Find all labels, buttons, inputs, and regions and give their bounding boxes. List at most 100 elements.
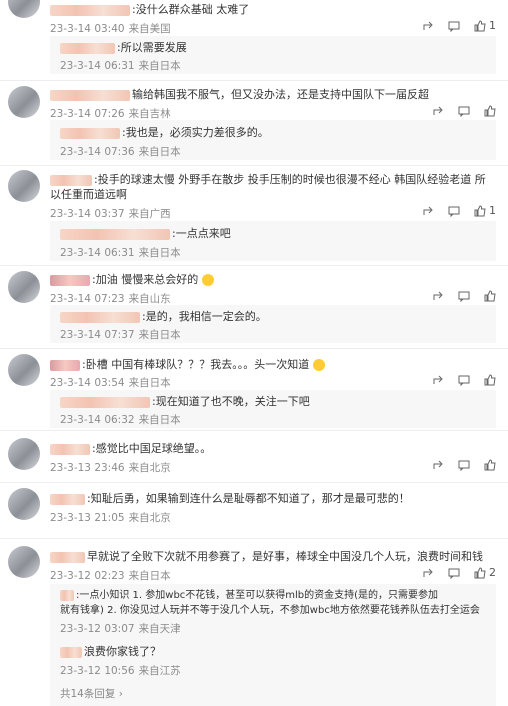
share-icon[interactable]	[432, 104, 444, 117]
location: 来自山东	[128, 293, 171, 305]
reply-icon[interactable]	[448, 19, 460, 32]
username[interactable]	[50, 359, 80, 371]
comment-text: :投手的球速太慢 外野手在散步 投手压制的时候也很漫不经心 韩国队经验老道 所	[94, 173, 486, 186]
timestamp: 23-3-14 03:37	[50, 208, 125, 220]
username[interactable]	[60, 228, 170, 240]
username[interactable]	[50, 493, 85, 505]
comment-text: 早就说了全败下次就不用参赛了，是好事，棒球全中国没几个人玩，浪费时间和钱	[87, 550, 483, 563]
reply-icon[interactable]	[448, 204, 460, 217]
comment-text: :卧槽 中国有棒球队？？？我去。。。头一次知道	[82, 358, 310, 371]
timestamp: 23-3-14 07:23	[50, 293, 125, 305]
comment-text: :感觉比中国足球绝望。。	[92, 442, 212, 455]
location: 来自日本	[138, 329, 181, 341]
comment-actions	[418, 288, 496, 302]
reply: :是的，我相信一定会的。 23-3-14 07:37 来自日本	[50, 305, 496, 343]
share-icon[interactable]	[422, 566, 434, 579]
reply-icon[interactable]	[448, 566, 460, 579]
comment-text-cont: 以任重而道远啊	[50, 188, 127, 201]
reply: :所以需要发展 23-3-14 06:31 来自日本	[50, 36, 496, 74]
reply-text-cont: 就有钱拿) 2. 你没见过人玩并不等于没几个人玩，不参加wbc地方依然要花钱养队…	[60, 605, 480, 616]
comment: :没什么群众基础 太难了 23-3-14 03:40 来自美国 1 :所以需要发展…	[0, 0, 508, 80]
like-icon[interactable]: 1	[474, 18, 496, 32]
username[interactable]	[50, 89, 130, 101]
comment-actions	[418, 372, 496, 386]
like-count: 1	[489, 203, 496, 217]
like-icon[interactable]: 1	[474, 203, 496, 217]
username[interactable]	[60, 589, 74, 601]
location: 来自日本	[128, 377, 171, 389]
username[interactable]	[50, 4, 130, 16]
reply-text: :我也是，必须实力差很多的。	[122, 126, 269, 139]
like-icon[interactable]	[484, 289, 496, 302]
location: 来自吉林	[128, 108, 171, 120]
location: 来自日本	[138, 60, 181, 72]
like-icon[interactable]	[484, 458, 496, 471]
username[interactable]	[60, 311, 140, 323]
share-icon[interactable]	[422, 19, 434, 32]
reply: :现在知道了也不晚，关注一下吧 23-3-14 06:32 来自日本	[50, 390, 496, 428]
timestamp: 23-3-14 06:32	[60, 414, 135, 426]
timestamp: 23-3-14 03:40	[50, 23, 125, 35]
like-icon[interactable]	[484, 104, 496, 117]
reply-icon[interactable]	[458, 104, 470, 117]
timestamp: 23-3-13 21:05	[50, 512, 125, 524]
reply-text: :一点小知识 1. 参加wbc不花钱，甚至可以获得mlb的资金支持(是的，只需要…	[76, 590, 439, 601]
comment-actions	[418, 457, 496, 471]
reply-text: :现在知道了也不晚，关注一下吧	[152, 395, 310, 408]
comment-actions	[418, 103, 496, 117]
avatar[interactable]	[8, 354, 40, 386]
username[interactable]	[50, 174, 92, 186]
username[interactable]	[60, 42, 115, 54]
timestamp: 23-3-14 07:37	[60, 329, 135, 341]
comment: 输给韩国我不服气，但又没办法，还是支持中国队下一届反超 23-3-14 07:2…	[0, 80, 508, 165]
location: 来自江苏	[138, 665, 181, 677]
share-icon[interactable]	[432, 289, 444, 302]
chevron-right-icon: ›	[118, 688, 123, 700]
username[interactable]	[50, 551, 85, 563]
more-replies-link[interactable]: 共14条回复 ›	[60, 686, 123, 701]
share-icon[interactable]	[432, 373, 444, 386]
reply-text: :是的，我相信一定会的。	[142, 310, 267, 323]
comment-actions: 1	[408, 18, 496, 32]
timestamp: 23-3-12 03:07	[60, 623, 135, 635]
reply-icon[interactable]	[458, 373, 470, 386]
comment: 早就说了全败下次就不用参赛了，是好事，棒球全中国没几个人玩，浪费时间和钱 23-…	[0, 540, 508, 706]
location: 来自天津	[138, 623, 181, 635]
share-icon[interactable]	[422, 204, 434, 217]
laugh-emoji-icon	[312, 359, 325, 371]
avatar[interactable]	[8, 488, 40, 520]
location: 来自广西	[128, 208, 171, 220]
avatar[interactable]	[8, 438, 40, 470]
comment-text: 输给韩国我不服气，但又没办法，还是支持中国队下一届反超	[132, 88, 429, 101]
smile-emoji-icon	[201, 274, 214, 286]
timestamp: 23-3-14 06:31	[60, 247, 135, 259]
reply-text: 浪费你家钱了？	[84, 645, 161, 658]
comment: :加油 慢慢来总会好的 23-3-14 07:23 来自山东 :是的，我相信一定会…	[0, 265, 508, 348]
reply-text: :所以需要发展	[117, 41, 187, 54]
avatar[interactable]	[8, 86, 40, 118]
divider	[0, 538, 508, 539]
avatar[interactable]	[8, 0, 40, 18]
timestamp: 23-3-14 07:36	[60, 146, 135, 158]
like-icon[interactable]: 2	[474, 566, 496, 579]
location: 来自日本	[138, 146, 181, 158]
username[interactable]	[60, 646, 82, 658]
username[interactable]	[50, 443, 90, 455]
avatar[interactable]	[8, 546, 40, 578]
share-icon[interactable]	[432, 458, 444, 471]
timestamp: 23-3-12 02:23	[50, 570, 125, 582]
comment: :知耻后勇，如果输到连什么是耻辱都不知道了，那才是最可悲的！ 23-3-13 2…	[0, 482, 508, 538]
avatar[interactable]	[8, 271, 40, 303]
reply-list: :一点小知识 1. 参加wbc不花钱，甚至可以获得mlb的资金支持(是的，只需要…	[50, 584, 496, 706]
username[interactable]	[50, 274, 90, 286]
reply-icon[interactable]	[458, 458, 470, 471]
reply-icon[interactable]	[458, 289, 470, 302]
location: 来自北京	[128, 512, 171, 524]
timestamp: 23-3-12 10:56	[60, 665, 135, 677]
username[interactable]	[60, 396, 150, 408]
avatar[interactable]	[8, 170, 40, 202]
username[interactable]	[60, 127, 120, 139]
location: 来自日本	[128, 570, 171, 582]
like-icon[interactable]	[484, 373, 496, 386]
like-count: 1	[489, 18, 496, 32]
